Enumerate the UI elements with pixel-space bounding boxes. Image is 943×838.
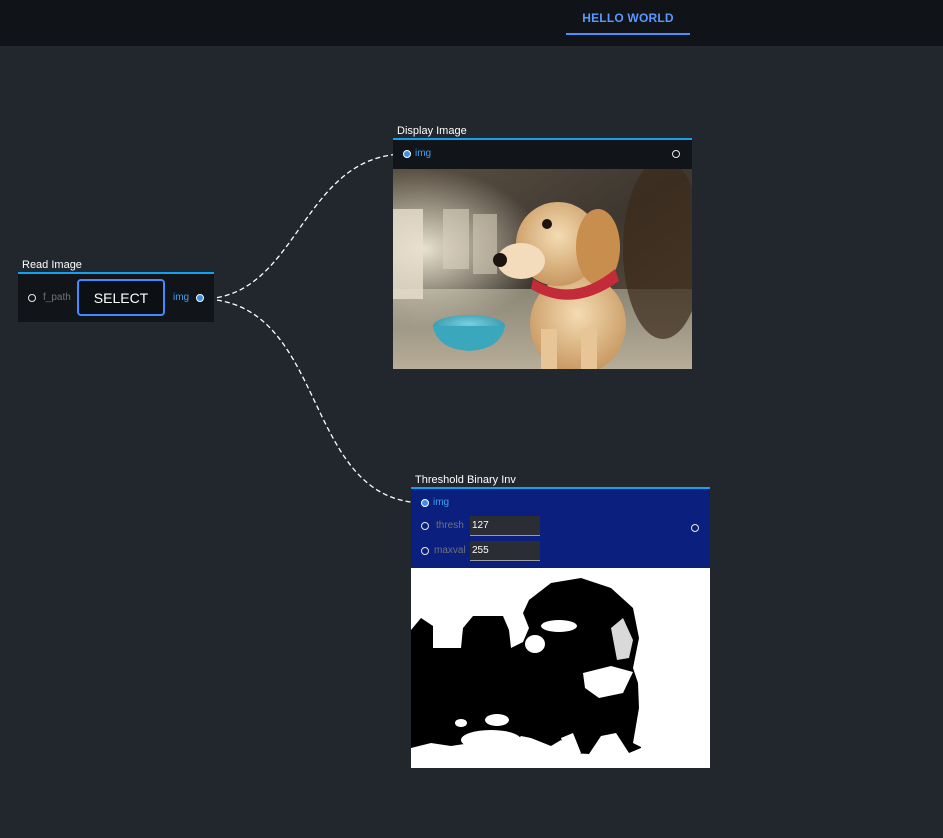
thresh-field[interactable] bbox=[470, 516, 540, 536]
wire-read-to-display[interactable] bbox=[200, 153, 407, 300]
output-port-icon[interactable] bbox=[691, 524, 699, 532]
top-bar: HELLO WORLD bbox=[0, 0, 943, 46]
img-output-port-icon[interactable] bbox=[196, 294, 204, 302]
img-input-label: img bbox=[433, 497, 450, 508]
thresh-label: thresh bbox=[436, 520, 464, 531]
select-file-button[interactable]: SELECT bbox=[77, 279, 165, 316]
f-path-label: f_path bbox=[43, 292, 71, 303]
node-title[interactable]: Display Image bbox=[393, 124, 692, 140]
img-output-label: img bbox=[173, 292, 190, 303]
tab-hello-world[interactable]: HELLO WORLD bbox=[566, 0, 690, 35]
display-image-preview bbox=[393, 169, 692, 369]
binary-puppy-image bbox=[411, 568, 710, 768]
maxval-input-port-icon[interactable] bbox=[421, 547, 429, 555]
maxval-field[interactable] bbox=[470, 541, 540, 561]
img-input-port-icon[interactable] bbox=[403, 150, 411, 158]
img-input-port-icon[interactable] bbox=[421, 499, 429, 507]
maxval-label: maxval bbox=[434, 545, 466, 556]
f-path-input-port-icon[interactable] bbox=[28, 294, 36, 302]
threshold-image-preview bbox=[411, 568, 710, 768]
node-threshold-binary-inv[interactable]: Threshold Binary Inv img thresh maxval bbox=[411, 473, 710, 768]
output-port-icon[interactable] bbox=[672, 150, 680, 158]
node-title[interactable]: Threshold Binary Inv bbox=[411, 473, 710, 489]
img-input-label: img bbox=[415, 148, 432, 159]
node-body: f_path SELECT img bbox=[18, 274, 214, 322]
node-read-image[interactable]: Read Image f_path SELECT img bbox=[18, 258, 214, 322]
wire-read-to-threshold[interactable] bbox=[200, 298, 426, 504]
node-display-image[interactable]: Display Image img bbox=[393, 124, 692, 369]
thresh-input-port-icon[interactable] bbox=[421, 522, 429, 530]
node-title[interactable]: Read Image bbox=[18, 258, 214, 274]
puppy-photo bbox=[393, 169, 692, 369]
node-body: img bbox=[393, 140, 692, 169]
node-body: img thresh maxval bbox=[411, 489, 710, 568]
